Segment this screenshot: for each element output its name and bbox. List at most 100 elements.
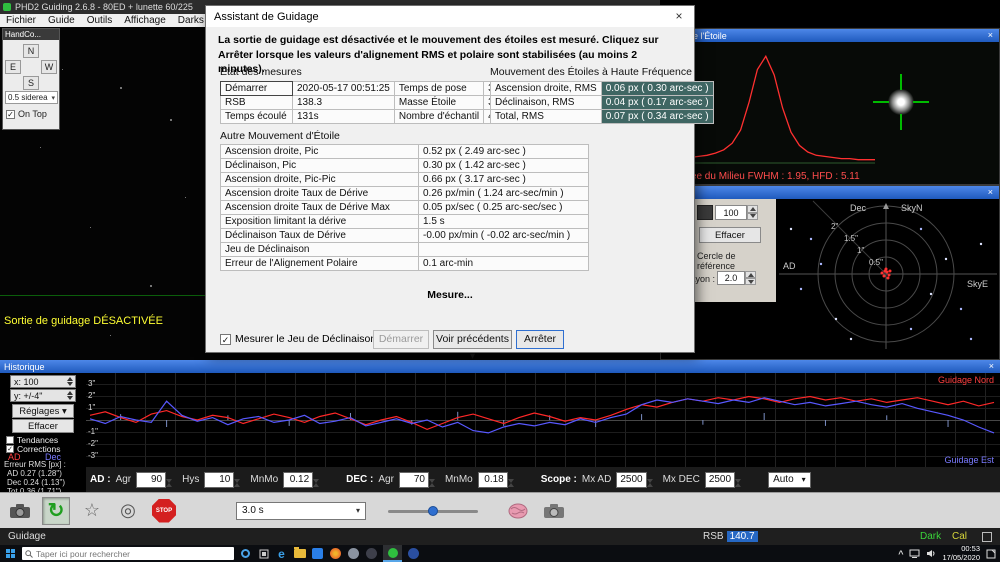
agr-label: Agr <box>115 474 132 485</box>
slider-knob[interactable] <box>428 505 438 516</box>
ad-aggression-field[interactable]: 90 <box>136 471 177 494</box>
mxad-label: Mx AD <box>581 474 612 485</box>
search-icon <box>25 549 33 558</box>
taskbar-search[interactable] <box>22 547 234 560</box>
taskbar-clock[interactable]: 00:53 17/05/2020 <box>942 544 980 562</box>
menu-guide[interactable]: Guide <box>42 15 81 26</box>
other-section-title: Autre Mouvement d'Étoile <box>220 130 340 142</box>
max-dec-duration-field[interactable]: 2500 <box>704 471 746 494</box>
history-clear-button[interactable]: Effacer <box>12 419 74 433</box>
notification-center-icon[interactable] <box>986 549 996 559</box>
begin-guiding-icon[interactable]: ◎ <box>114 497 142 525</box>
dialog-titlebar: Assistant de Guidage × <box>206 6 694 27</box>
phd2-taskbar-icon[interactable] <box>383 545 402 562</box>
y-tick: 2" <box>88 391 96 400</box>
ad-hysteresis-field[interactable]: 10 <box>204 471 245 494</box>
hand-controller-title[interactable]: HandCo... <box>3 29 59 40</box>
close-icon[interactable]: × <box>987 360 996 373</box>
stop-icon[interactable]: STOP <box>150 497 178 525</box>
guide-south-button[interactable]: S <box>23 76 39 90</box>
history-settings-button[interactable]: Réglages ▾ <box>12 404 74 418</box>
start-button[interactable]: Démarrer <box>373 330 429 349</box>
hf-section-title: Mouvement des Étoiles à Haute Fréquence <box>490 66 692 78</box>
table-row: Jeu de Déclinaison <box>220 242 589 257</box>
menu-affichage[interactable]: Affichage <box>118 15 172 26</box>
scope-group-label: Scope : <box>540 474 577 485</box>
brain-settings-icon[interactable] <box>504 497 532 525</box>
camera-settings-icon[interactable] <box>540 497 568 525</box>
axis-label-dec: Dec <box>850 203 867 213</box>
loop-exposures-icon[interactable]: ↻ <box>42 496 70 525</box>
clock-date: 17/05/2020 <box>942 552 980 562</box>
crosshair-icon <box>873 101 889 103</box>
search-input[interactable] <box>36 548 216 559</box>
star-dot <box>40 147 41 148</box>
exposure-select[interactable]: 3.0 s ▾ <box>236 501 366 520</box>
task-view-icon[interactable] <box>257 547 270 560</box>
start-button[interactable] <box>4 547 17 560</box>
reference-circle-label: Cercle de référence <box>697 251 736 271</box>
history-controls: x: 100 y: +/-4" Réglages ▾ Effacer Tenda… <box>0 373 86 505</box>
stop-measuring-button[interactable]: Arrêter <box>516 330 564 349</box>
guide-north-button[interactable]: N <box>23 44 39 58</box>
phd2-app-icon <box>3 3 11 11</box>
checkbox-icon[interactable]: ✓ <box>6 109 15 119</box>
app-icon-blue[interactable] <box>407 547 420 560</box>
guide-output-message: Sortie de guidage DÉSACTIVÉE <box>4 315 163 327</box>
guide-west-button[interactable]: W <box>41 60 57 74</box>
window-title: PHD2 Guiding 2.6.8 - 80ED + lunette 60/2… <box>15 2 193 12</box>
radius-spinner[interactable] <box>745 271 756 285</box>
menu-outils[interactable]: Outils <box>81 15 119 26</box>
on-top-checkbox[interactable]: ✓ On Top <box>6 109 47 119</box>
measure-backlash-checkbox[interactable]: ✓ Mesurer le Jeu de Déclinaison <box>220 333 376 345</box>
checkbox-icon[interactable]: ✓ <box>220 333 231 345</box>
auto-select-star-icon[interactable]: ☆ <box>78 497 106 525</box>
guide-rate-select[interactable]: 0.5 siderea ▾ <box>5 91 58 104</box>
target-zoom-input[interactable]: 100 <box>715 205 747 220</box>
file-explorer-icon[interactable] <box>293 547 306 560</box>
status-frame-icon[interactable] <box>982 531 992 542</box>
max-ra-duration-field[interactable]: 2500 <box>616 471 657 494</box>
close-icon[interactable]: × <box>664 6 694 27</box>
table-row: Ascension droite, RMS 0.06 px ( 0.30 arc… <box>490 81 714 96</box>
star-dot <box>62 69 63 70</box>
target-zoom-spinner[interactable] <box>747 205 758 220</box>
fwhm-caption: Rangée du Milieu FWHM : 1.95, HFD : 5.11 <box>667 171 860 182</box>
cortana-icon[interactable] <box>239 547 252 560</box>
chevron-down-icon: ▾ <box>62 406 67 417</box>
volume-tray-icon[interactable] <box>926 549 936 558</box>
close-icon[interactable]: × <box>986 29 995 42</box>
target-panel: × 2" 1.5" 1" 0.5" Dec SkyN SkyE AD 100 E… <box>660 185 1000 360</box>
menu-fichier[interactable]: Fichier <box>0 15 42 26</box>
stretch-slider[interactable] <box>388 502 478 520</box>
tray-chevron-icon[interactable]: ^ <box>898 549 903 559</box>
windows-taskbar: e ^ 00:53 17/05/2020 <box>0 544 1000 562</box>
view-previous-button[interactable]: Voir précédents ▾ <box>433 330 512 362</box>
guide-east-button[interactable]: E <box>5 60 21 74</box>
app-icon-dark[interactable] <box>365 547 378 560</box>
app-icon-gray[interactable] <box>347 547 360 560</box>
mxdec-label: Mx DEC <box>662 474 700 485</box>
display-tray-icon[interactable] <box>909 549 920 558</box>
dec-aggression-field[interactable]: 70 <box>398 471 440 494</box>
close-icon[interactable]: × <box>986 186 995 199</box>
crosshair-icon <box>900 114 902 130</box>
radius-input[interactable]: 2.0 <box>717 271 745 285</box>
rms-title: Erreur RMS [px] : <box>4 460 66 469</box>
store-icon[interactable] <box>311 547 324 560</box>
history-xscale-spinner[interactable]: x: 100 <box>10 375 76 388</box>
firefox-icon[interactable] <box>329 547 342 560</box>
ad-group-label: AD : <box>90 474 111 485</box>
chevron-down-icon: ▾ <box>51 94 55 102</box>
history-yscale-spinner[interactable]: y: +/-4" <box>10 389 76 402</box>
target-clear-button[interactable]: Effacer <box>699 227 761 243</box>
camera-connect-icon[interactable] <box>6 497 34 525</box>
edge-icon[interactable]: e <box>275 547 288 561</box>
mnmo-label: MnMo <box>444 474 473 485</box>
dec-mode-select[interactable]: Auto ▾ <box>768 471 811 488</box>
dec-minmove-field[interactable]: 0.18 <box>477 471 519 494</box>
target-nav-button[interactable] <box>697 205 713 220</box>
rms-ad: AD 0.27 (1.28") <box>7 469 62 478</box>
rsb-value: 140.7 <box>726 531 758 542</box>
ad-minmove-field[interactable]: 0.12 <box>283 471 324 494</box>
